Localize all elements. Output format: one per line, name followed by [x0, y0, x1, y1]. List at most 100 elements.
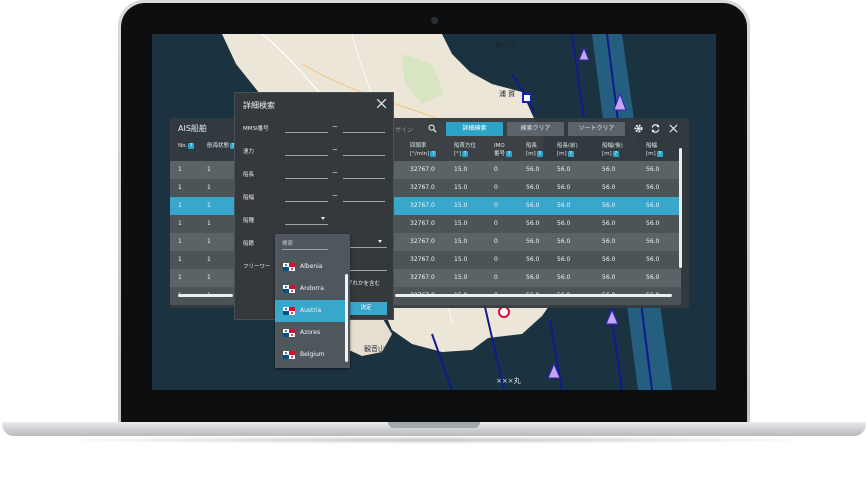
table-cell: 0 — [494, 202, 498, 209]
table-cell: 56.0 — [602, 274, 616, 281]
range-separator: ~ — [332, 192, 338, 200]
close-icon[interactable] — [375, 97, 388, 110]
mmsi-max-input[interactable] — [343, 132, 385, 133]
beam-max-input[interactable] — [343, 201, 385, 202]
detail-search-button[interactable]: 詳細検索 — [446, 122, 503, 136]
length-min-input[interactable] — [285, 178, 328, 179]
table-cell: 32767.0 — [410, 220, 435, 227]
help-icon[interactable]: ? — [656, 150, 663, 157]
close-icon[interactable] — [668, 123, 679, 134]
help-icon[interactable]: ? — [462, 150, 469, 157]
table-cell: 0 — [494, 238, 498, 245]
column-header[interactable]: 船長(前) [m]? — [557, 142, 578, 158]
column-header[interactable]: 船幅(後) [m]? — [602, 142, 623, 158]
horizontal-scrollbar[interactable] — [395, 294, 672, 297]
table-cell: 56.0 — [557, 238, 571, 245]
column-header[interactable]: No.? — [178, 142, 195, 150]
field-label: 船幅 — [243, 195, 255, 201]
clear-search-button[interactable]: 検索クリア — [507, 122, 564, 136]
dropdown-option[interactable]: Belgium — [275, 344, 345, 366]
column-header[interactable]: 回頭率 [°/min]? — [410, 142, 437, 158]
clear-sort-button[interactable]: ソートクリア — [568, 122, 625, 136]
range-separator: ~ — [332, 123, 338, 131]
table-cell: 1 — [207, 238, 211, 245]
speed-max-input[interactable] — [343, 155, 385, 156]
table-cell: 56.0 — [602, 184, 616, 191]
column-header[interactable]: 航海状態? — [207, 142, 237, 150]
table-cell: 32767.0 — [410, 184, 435, 191]
column-header[interactable]: 船長 [m]? — [526, 142, 543, 158]
table-cell: 32767.0 — [410, 238, 435, 245]
column-header[interactable]: 船幅 [m]? — [646, 142, 663, 158]
table-cell: 15.0 — [454, 256, 468, 263]
beam-min-input[interactable] — [285, 201, 328, 202]
horizontal-scrollbar[interactable] — [178, 294, 233, 297]
table-cell: 15.0 — [454, 202, 468, 209]
field-label: 船籍 — [243, 241, 255, 247]
field-label: 速力 — [243, 149, 255, 155]
table-cell: 1 — [207, 202, 211, 209]
ship-type-select[interactable] — [285, 224, 328, 225]
table-cell: 56.0 — [646, 220, 660, 227]
length-range-field: 船長 ~ — [235, 163, 393, 185]
table-cell: 56.0 — [646, 202, 660, 209]
table-cell: 1 — [207, 166, 211, 173]
dropdown-option[interactable]: Albenia — [275, 256, 345, 278]
dropdown-option[interactable]: Azores — [275, 322, 345, 344]
help-icon[interactable]: ? — [506, 150, 513, 157]
refresh-icon[interactable] — [650, 123, 661, 134]
length-max-input[interactable] — [343, 178, 385, 179]
column-header[interactable]: IMO 番号? — [494, 142, 513, 158]
ship-marker[interactable] — [522, 93, 532, 103]
table-cell: 0 — [494, 256, 498, 263]
panel-title: AIS船舶 — [178, 124, 207, 133]
table-cell: 0 — [494, 220, 498, 227]
vertical-scrollbar[interactable] — [679, 148, 682, 268]
speed-min-input[interactable] — [285, 155, 328, 156]
column-header[interactable]: 船首方位 [°]? — [454, 142, 476, 158]
help-icon[interactable]: ? — [188, 142, 195, 149]
dropdown-search-input[interactable]: 検索 — [282, 238, 328, 250]
table-cell: 56.0 — [557, 184, 571, 191]
chevron-down-icon[interactable] — [378, 240, 382, 243]
table-cell: 56.0 — [602, 256, 616, 263]
dropdown-option[interactable]: Andorra — [275, 278, 345, 300]
chevron-down-icon[interactable] — [321, 217, 325, 220]
laptop-shadow — [40, 436, 828, 444]
range-separator: ~ — [332, 169, 338, 177]
help-icon[interactable]: ? — [567, 150, 574, 157]
table-cell: 56.0 — [602, 202, 616, 209]
table-cell: 56.0 — [557, 256, 571, 263]
map-label: 浦 賀 — [499, 90, 516, 98]
help-icon[interactable]: ? — [430, 150, 437, 157]
table-cell: 1 — [178, 274, 182, 281]
dropdown-option[interactable]: Austria — [275, 300, 345, 322]
table-cell: 32767.0 — [410, 202, 435, 209]
table-cell: 1 — [178, 166, 182, 173]
table-cell: 56.0 — [526, 202, 540, 209]
dropdown-scrollbar[interactable] — [345, 274, 348, 362]
table-cell: 56.0 — [602, 166, 616, 173]
table-cell: 32767.0 — [410, 256, 435, 263]
search-icon[interactable] — [428, 124, 437, 133]
speed-range-field: 速力 ~ — [235, 140, 393, 162]
range-separator: ~ — [332, 146, 338, 154]
table-cell: 56.0 — [557, 166, 571, 173]
table-cell: 15.0 — [454, 220, 468, 227]
mmsi-min-input[interactable] — [285, 132, 328, 133]
free-word-option[interactable]: ずれかを含む — [347, 279, 380, 287]
flag-dropdown-list: 検索 Albenia Andorra Austria Azores Belgium — [275, 234, 350, 368]
table-cell: 56.0 — [526, 256, 540, 263]
dropdown-option-label: Austria — [300, 307, 322, 314]
table-cell: 15.0 — [454, 274, 468, 281]
gear-icon[interactable] — [633, 123, 644, 134]
help-icon[interactable]: ? — [612, 150, 619, 157]
search-hint: サイン — [395, 127, 414, 134]
table-cell: 56.0 — [602, 238, 616, 245]
help-icon[interactable]: ? — [536, 150, 543, 157]
table-cell: 56.0 — [526, 220, 540, 227]
table-cell: 56.0 — [646, 274, 660, 281]
submit-button[interactable]: 決定 — [345, 302, 387, 315]
mmsi-range-field: MMSI番号 ~ — [235, 117, 393, 139]
ship-marker[interactable] — [498, 306, 510, 318]
